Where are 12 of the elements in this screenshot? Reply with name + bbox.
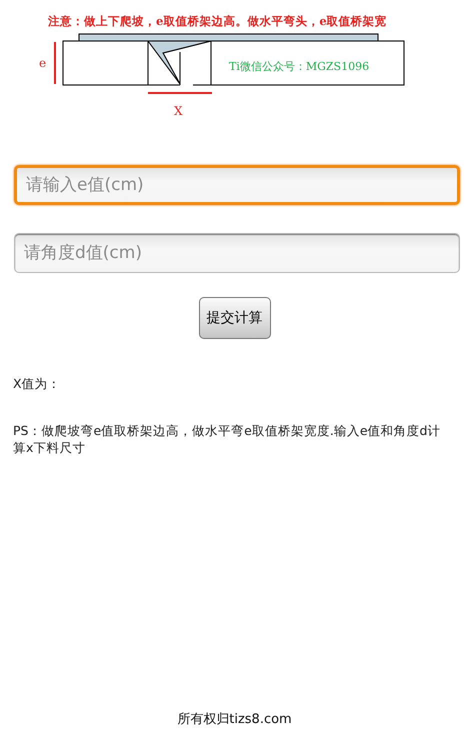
- dimension-line: [54, 42, 56, 84]
- notice-text: 注意：做上下爬坡，e取值桥架边高。做水平弯头，e取值桥架宽: [48, 14, 388, 29]
- input-field[interactable]: 请输入e值(cm): [14, 165, 460, 205]
- note-text: PS：做爬坡弯e值取桥架边高，做水平弯e取值桥架宽度.输入e值和角度d计算x下料尺寸: [13, 422, 442, 456]
- length-label: X: [174, 104, 183, 118]
- result-label: X值为：: [13, 375, 62, 392]
- submit-button[interactable]: 提交计算: [198, 297, 270, 339]
- input-field[interactable]: 请角度d值(cm): [14, 233, 460, 273]
- footer-text: 所有权归tizs8.com: [176, 711, 293, 728]
- dimension-line: [148, 92, 212, 94]
- diagram-caption: Ti微信公众号：MGZS1096: [229, 60, 370, 73]
- height-label: e: [39, 56, 46, 70]
